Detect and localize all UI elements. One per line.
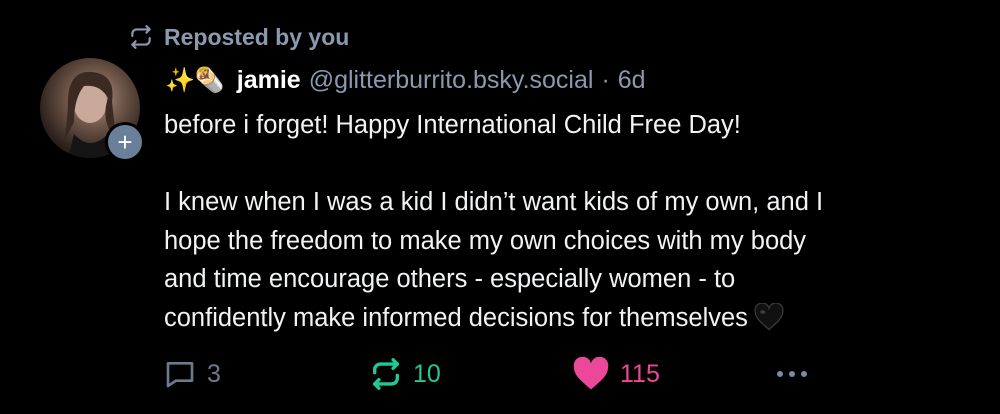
- author-name[interactable]: jamie: [237, 66, 301, 95]
- repost-count: 10: [413, 359, 441, 388]
- follow-plus-icon[interactable]: +: [105, 122, 145, 162]
- more-icon: [777, 371, 783, 377]
- repost-button[interactable]: 10: [369, 352, 441, 396]
- avatar[interactable]: +: [40, 58, 145, 162]
- post-timestamp[interactable]: 6d: [618, 66, 646, 95]
- more-options-button[interactable]: [777, 352, 807, 396]
- post-line-last: confidently make informed decisions for …: [164, 299, 964, 338]
- separator-dot: ·: [601, 65, 610, 94]
- heart-icon: [573, 357, 609, 390]
- author-handle[interactable]: @glitterburrito.bsky.social: [309, 66, 594, 95]
- repost-label: Reposted by you: [164, 23, 350, 50]
- reply-icon: [166, 362, 194, 388]
- post-header: ✨🌯 jamie @glitterburrito.bsky.social · 6…: [165, 62, 646, 98]
- post-text: before i forget! Happy International Chi…: [164, 106, 964, 337]
- post-line-text: confidently make informed decisions for …: [164, 303, 748, 332]
- repost-icon: [131, 25, 151, 49]
- post-actions: 3 10 115: [0, 352, 1000, 396]
- like-button[interactable]: 115: [572, 352, 660, 396]
- black-heart-icon: [754, 302, 784, 330]
- post-line: hope the freedom to make my own choices …: [164, 226, 807, 255]
- author-emoji: ✨🌯: [165, 66, 225, 94]
- reply-count: 3: [207, 359, 221, 388]
- post-line: and time encourage others - especially w…: [164, 265, 736, 293]
- repost-icon: [372, 358, 400, 390]
- like-count: 115: [620, 359, 660, 388]
- reposted-by-indicator[interactable]: Reposted by you: [128, 22, 349, 52]
- post-line: I knew when I was a kid I didn’t want ki…: [164, 188, 824, 216]
- post-line: before i forget! Happy International Chi…: [164, 111, 741, 139]
- reply-button[interactable]: 3: [163, 352, 221, 396]
